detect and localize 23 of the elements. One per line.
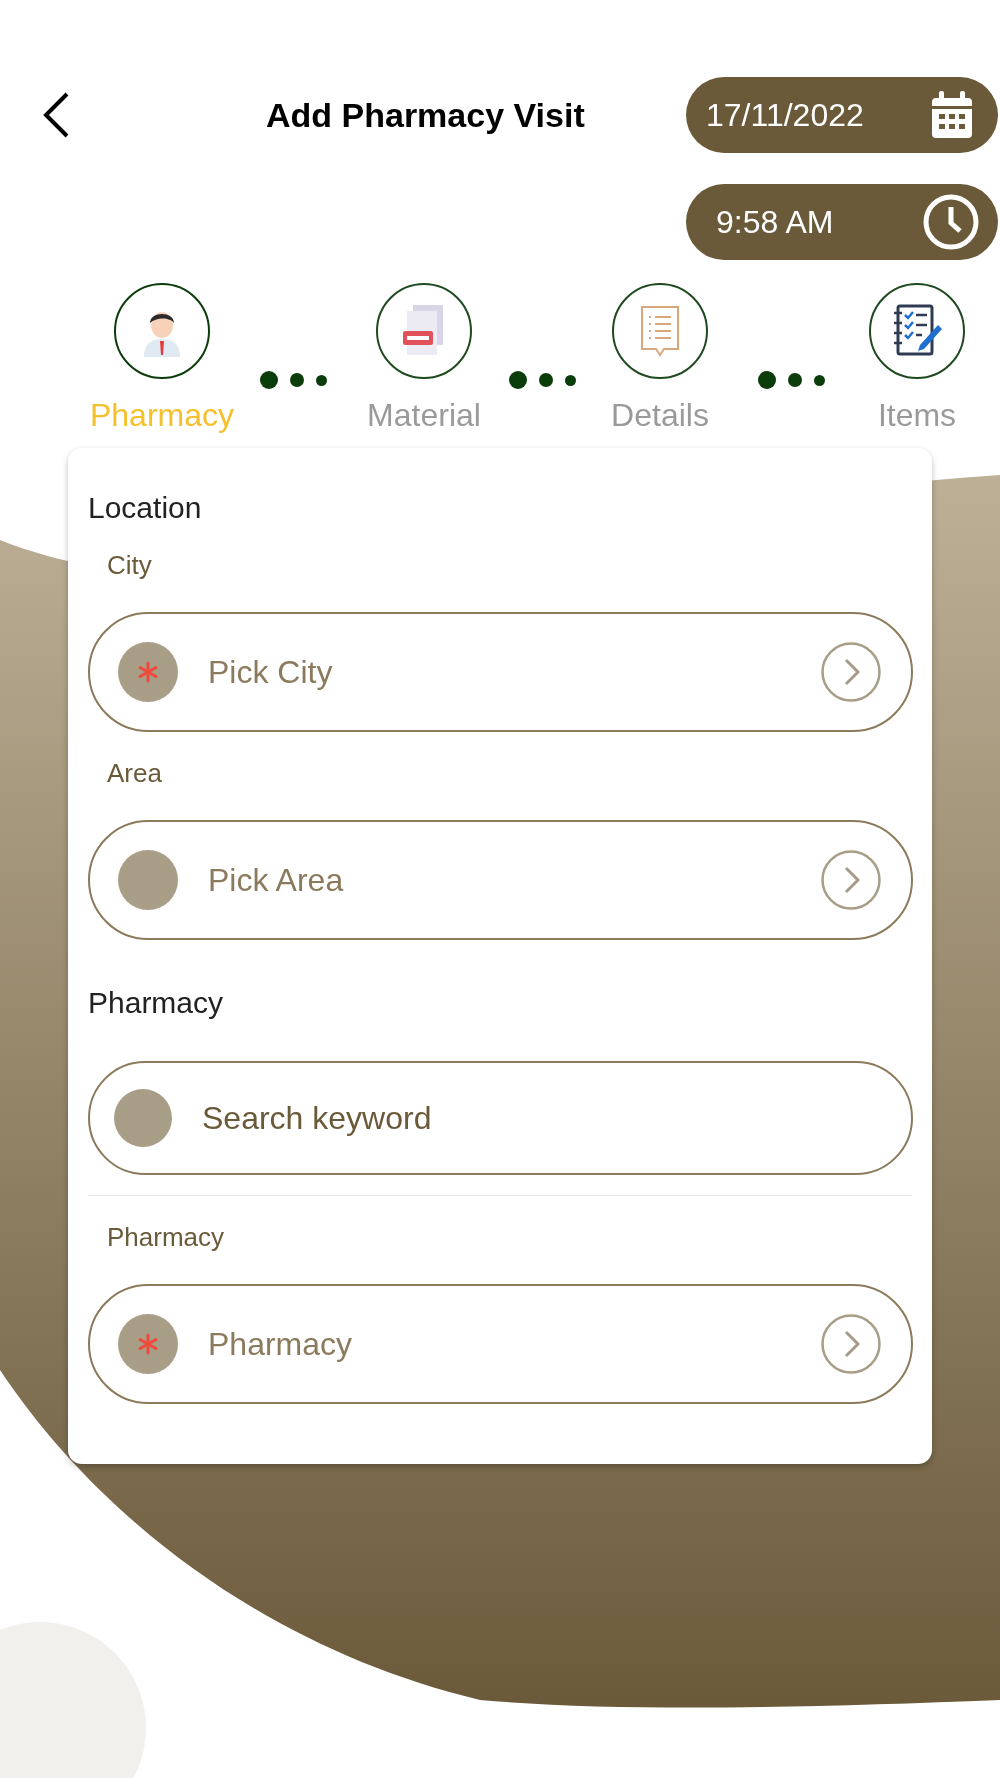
field-label: City [107,549,153,581]
chevron-right-icon [821,1314,881,1374]
field-label: Pharmacy [107,1221,226,1253]
back-icon [41,91,71,139]
picker-field[interactable]: Pick Area [88,820,913,940]
section-heading: Pharmacy [88,985,225,1021]
calendar-icon [930,90,974,140]
section-heading: Location [88,490,203,526]
time-button[interactable]: 9:58 AM [686,184,998,260]
field-dot-icon [114,1089,172,1147]
clock-icon [922,193,980,251]
picker-field[interactable]: Pharmacy [88,1284,913,1404]
document-list-icon [638,303,682,359]
chevron-right-icon [821,642,881,702]
step-tab[interactable]: Material [344,283,504,435]
field-label: Area [107,757,163,789]
picker-field[interactable]: Pick City [88,612,913,732]
step-tab[interactable]: Details [580,283,740,435]
date-button[interactable]: 17/11/2022 [686,77,998,153]
chevron-right-icon [821,850,881,910]
search-field[interactable]: Search keyword [88,1061,913,1175]
step-tab[interactable]: Items [842,283,992,435]
page-title: Add Pharmacy Visit [266,94,585,136]
